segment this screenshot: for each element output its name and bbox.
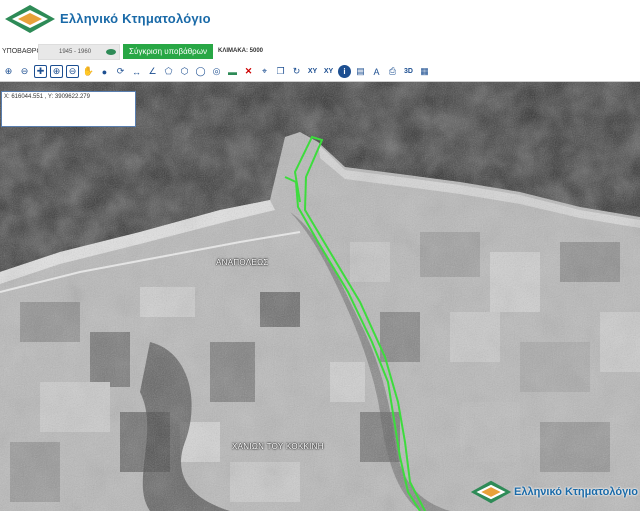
scale-text: ΚΛΙΜΑΚΑ: 5000 [218,48,264,54]
rotate-icon[interactable]: ↻ [290,65,303,78]
xy-icon[interactable]: XY [306,65,319,78]
xy-search-icon[interactable]: XY [322,65,335,78]
info-icon[interactable]: i [338,65,351,78]
zoom-out-icon[interactable]: ⊖ [18,65,31,78]
background-select[interactable]: 1945 - 1960 [38,44,120,60]
screen-icon[interactable]: ▬ [226,65,239,78]
watermark-text: Ελληνικό Κτηματολόγιο [514,486,638,498]
copy-icon[interactable]: ❐ [274,65,287,78]
logo-text: Ελληνικό Κτηματολόγιο [60,11,211,26]
watermark: Ελληνικό Κτηματολόγιο [462,474,640,511]
background-value: 1945 - 1960 [59,49,92,55]
map-label-chanion: ΧΑΝΙΩΝ ΤΟΥ ΚΟΚΚΙΝΗ [232,442,324,451]
map-canvas[interactable]: ΑΝΑΠΟΛΕΩΣ ΧΑΝΙΩΝ ΤΟΥ ΚΟΚΚΙΝΗ [0,82,640,511]
3d-icon[interactable]: 3D [402,65,415,78]
coordinate-readout: X: 616044.551 , Y: 3909622.279 [1,91,136,127]
delete-icon[interactable]: ✕ [242,65,255,78]
circle-icon[interactable]: ◯ [194,65,207,78]
pan-icon[interactable]: ✋ [82,65,95,78]
polygon-icon[interactable]: ⬠ [162,65,175,78]
zoom-box-icon[interactable]: ⊕ [50,65,63,78]
target-icon[interactable]: ◎ [210,65,223,78]
compare-button[interactable]: Σύγκριση υποβάθρων [123,44,213,59]
logo-icon [5,5,55,33]
measure-icon[interactable]: ⌖ [258,65,271,78]
legend-icon[interactable]: ▦ [418,65,431,78]
eye-icon[interactable] [106,49,116,55]
watermark-logo-icon [470,480,512,504]
refresh-icon[interactable]: ⟳ [114,65,127,78]
zoom-in-icon[interactable]: ⊕ [2,65,15,78]
header: Ελληνικό Κτηματολόγιο [0,0,640,42]
map-label-anapoleos: ΑΝΑΠΟΛΕΩΣ [216,258,269,267]
user-pin-icon[interactable]: ● [98,65,111,78]
area-icon[interactable]: ⬡ [178,65,191,78]
full-extent-icon[interactable]: ✚ [34,65,47,78]
measure-line-icon[interactable]: ↔ [130,65,143,78]
text-icon[interactable]: A [370,65,383,78]
layers-icon[interactable]: ▤ [354,65,367,78]
toolbar: ⊕ ⊖ ✚ ⊕ ⊖ ✋ ● ⟳ ↔ ∠ ⬠ ⬡ ◯ ◎ ▬ ✕ ⌖ ❐ ↻ XY… [0,62,640,82]
coordinate-text: X: 616044.551 , Y: 3909622.279 [4,94,90,100]
print-icon[interactable]: ⎙ [386,65,399,78]
measure-angle-icon[interactable]: ∠ [146,65,159,78]
background-bar: ΥΠΟΒΑΘΡΟ: 1945 - 1960 Σύγκριση υποβάθρων… [0,42,640,62]
zoom-box-out-icon[interactable]: ⊖ [66,65,79,78]
